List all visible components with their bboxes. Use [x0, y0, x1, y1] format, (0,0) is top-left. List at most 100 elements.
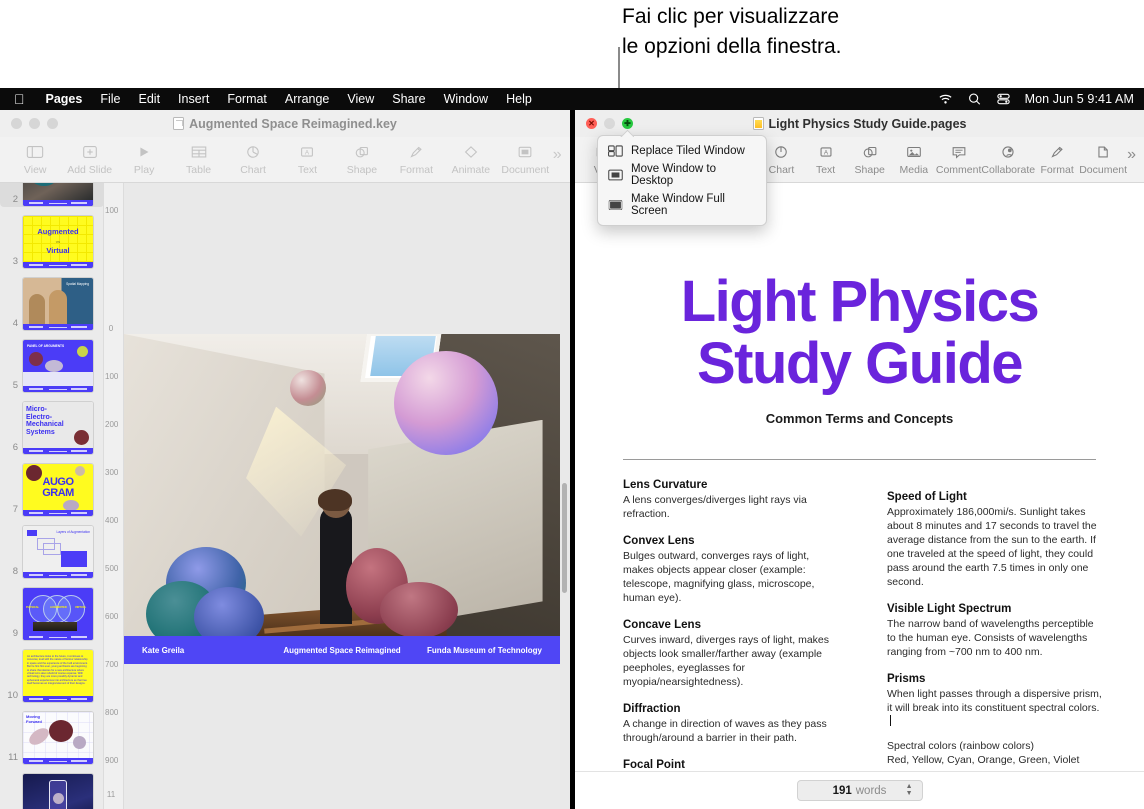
menu-item-make-window-full-screen[interactable]: Make Window Full Screen: [598, 190, 766, 220]
menubar-item-insert[interactable]: Insert: [169, 92, 218, 106]
pages-toolbar-document[interactable]: Document: [1079, 139, 1127, 176]
desktop:  Pages File Edit Insert Format Arrange …: [0, 88, 1144, 809]
list-item[interactable]: 11 MovingForward: [0, 703, 104, 765]
pages-toolbar-collaborate[interactable]: Collaborate: [981, 139, 1035, 176]
menu-item-move-window-to-desktop[interactable]: Move Window to Desktop: [598, 160, 766, 190]
callout-text: Fai clic per visualizzare le opzioni del…: [622, 2, 1052, 62]
pages-toolbar-media[interactable]: Media: [892, 139, 936, 176]
word-count-control[interactable]: 191 words ▲ ▼: [797, 780, 923, 801]
menubar-status-area: Mon Jun 5 9:41 AM: [938, 92, 1144, 106]
keynote-toolbar-shape[interactable]: Shape: [335, 139, 389, 176]
pages-window[interactable]: ✕ ✚ Light Physics Study Guide.pages View: [575, 110, 1144, 809]
keynote-toolbar-chart[interactable]: Chart: [226, 139, 280, 176]
list-item[interactable]: 8 Layers of Augmentation: [0, 517, 104, 579]
menubar-item-file[interactable]: File: [91, 92, 129, 106]
menubar-item-window[interactable]: Window: [435, 92, 497, 106]
term-title: Diffraction: [623, 703, 841, 715]
menubar-item-edit[interactable]: Edit: [130, 92, 170, 106]
list-item[interactable]: 3 AugmentedvsVirtual: [0, 207, 104, 269]
keynote-toolbar-table[interactable]: Table: [172, 139, 226, 176]
slide-thumbnail[interactable]: [22, 773, 94, 809]
keynote-toolbar-format[interactable]: Format: [389, 139, 443, 176]
menubar-item-format[interactable]: Format: [218, 92, 276, 106]
keynote-document-icon: [173, 117, 184, 130]
pages-toolbar-overflow[interactable]: »: [1127, 146, 1136, 176]
pages-toolbar-shape[interactable]: Shape: [848, 139, 892, 176]
slide-thumbnail[interactable]: MovingForward: [22, 711, 94, 765]
wifi-icon[interactable]: [938, 92, 953, 106]
slide-number: 3: [0, 256, 22, 269]
list-item[interactable]: 2: [0, 183, 104, 207]
slide-thumbnail[interactable]: AUGOGRAM: [22, 463, 94, 517]
slide-thumbnail[interactable]: Layers of Augmentation: [22, 525, 94, 579]
menubar-item-share[interactable]: Share: [383, 92, 434, 106]
vertical-ruler: 100 0 100 200 300 400 500 600 700 800 90…: [104, 183, 124, 809]
word-count-stepper[interactable]: ▲ ▼: [906, 784, 913, 797]
apple-logo-icon[interactable]: : [0, 92, 37, 106]
format-icon: [407, 141, 425, 163]
list-item[interactable]: 6 Micro-Electro-MechanicalSystems: [0, 393, 104, 455]
list-item[interactable]: 10 An architecture looks to the future, …: [0, 641, 104, 703]
pages-toolbar-comment-label: Comment: [936, 164, 982, 176]
slide-canvas-area[interactable]: 100 0 100 200 300 400 500 600 700 800 90…: [104, 183, 570, 809]
window-options-menu[interactable]: Replace Tiled Window Move Window to Desk…: [597, 135, 767, 226]
slide-thumbnail[interactable]: Micro-Electro-MechanicalSystems: [22, 401, 94, 455]
list-item[interactable]: 9 PHYSICAL AUGMENTED VIRTUAL: [0, 579, 104, 641]
menubar-item-view[interactable]: View: [338, 92, 383, 106]
list-item[interactable]: 4 Spatial Mapping: [0, 269, 104, 331]
pages-title-text: Light Physics Study Guide.pages: [769, 117, 967, 131]
chevron-down-icon: ▼: [906, 791, 913, 797]
keynote-toolbar-view[interactable]: View: [8, 139, 62, 176]
keynote-body: 2 3 AugmentedvsVi: [0, 183, 570, 809]
pages-titlebar[interactable]: ✕ ✚ Light Physics Study Guide.pages: [575, 110, 1144, 137]
slide-canvas[interactable]: Kate Greila Augmented Space Reimagined F…: [124, 334, 560, 664]
keynote-toolbar-document[interactable]: Document: [498, 139, 552, 176]
term-title: Lens Curvature: [623, 479, 841, 491]
slide-thumbnail[interactable]: AugmentedvsVirtual: [22, 215, 94, 269]
keynote-window[interactable]: Augmented Space Reimagined.key View Add …: [0, 110, 570, 809]
keynote-toolbar-play[interactable]: Play: [117, 139, 171, 176]
media-icon: [905, 141, 923, 163]
pages-toolbar-shape-label: Shape: [855, 164, 885, 176]
slide-number: 7: [0, 504, 22, 517]
keynote-titlebar[interactable]: Augmented Space Reimagined.key: [0, 110, 570, 137]
menubar-item-arrange[interactable]: Arrange: [276, 92, 338, 106]
word-count-label: words: [856, 785, 887, 797]
menubar-item-pages[interactable]: Pages: [37, 92, 92, 106]
pages-toolbar-text[interactable]: A Text: [804, 139, 848, 176]
slide-thumbnail[interactable]: PHYSICAL AUGMENTED VIRTUAL: [22, 587, 94, 641]
slide-thumbnail[interactable]: An architecture looks to the future, it …: [22, 649, 94, 703]
list-item[interactable]: 5 PANEL OF ARGUMENTS: [0, 331, 104, 393]
document-left-column: Lens Curvature A lens converges/diverges…: [623, 479, 841, 809]
keynote-toolbar-add-slide[interactable]: Add Slide: [63, 139, 117, 176]
pages-toolbar-comment[interactable]: Comment: [936, 139, 982, 176]
pages-toolbar-format[interactable]: Format: [1035, 139, 1079, 176]
keynote-toolbar-animate[interactable]: Animate: [444, 139, 498, 176]
keynote-toolbar-document-label: Document: [501, 164, 549, 176]
slide-thumbnail[interactable]: PANEL OF ARGUMENTS: [22, 339, 94, 393]
callout-line-1: Fai clic per visualizzare: [622, 2, 1052, 32]
play-icon: [135, 141, 153, 163]
control-center-icon[interactable]: [996, 92, 1011, 106]
keynote-toolbar-overflow[interactable]: »: [553, 146, 562, 176]
keynote-toolbar-add-slide-label: Add Slide: [67, 164, 112, 176]
slide-thumbnail[interactable]: Spatial Mapping: [22, 277, 94, 331]
menubar-clock[interactable]: Mon Jun 5 9:41 AM: [1025, 92, 1134, 106]
list-item[interactable]: 7 AUGOGRAM: [0, 455, 104, 517]
menu-item-replace-tiled-window[interactable]: Replace Tiled Window: [598, 141, 766, 160]
keynote-toolbar-text-label: Text: [298, 164, 317, 176]
pages-document-body[interactable]: Light Physics Study Guide Common Terms a…: [575, 183, 1144, 809]
slide-navigator[interactable]: 2 3 AugmentedvsVi: [0, 183, 104, 809]
format-icon: [1048, 141, 1066, 163]
keynote-vertical-scrollbar[interactable]: [562, 483, 567, 593]
word-count-number: 191: [833, 785, 852, 797]
ruler-label: 800: [105, 709, 117, 718]
slide-thumbnail[interactable]: [22, 183, 94, 207]
search-icon[interactable]: [967, 92, 982, 106]
list-item[interactable]: 12: [0, 765, 104, 809]
term-entry: Convex Lens Bulges outward, converges ra…: [623, 535, 841, 605]
keynote-toolbar-text[interactable]: A Text: [280, 139, 334, 176]
text-icon: A: [817, 141, 835, 163]
comment-icon: [950, 141, 968, 163]
menubar-item-help[interactable]: Help: [497, 92, 541, 106]
